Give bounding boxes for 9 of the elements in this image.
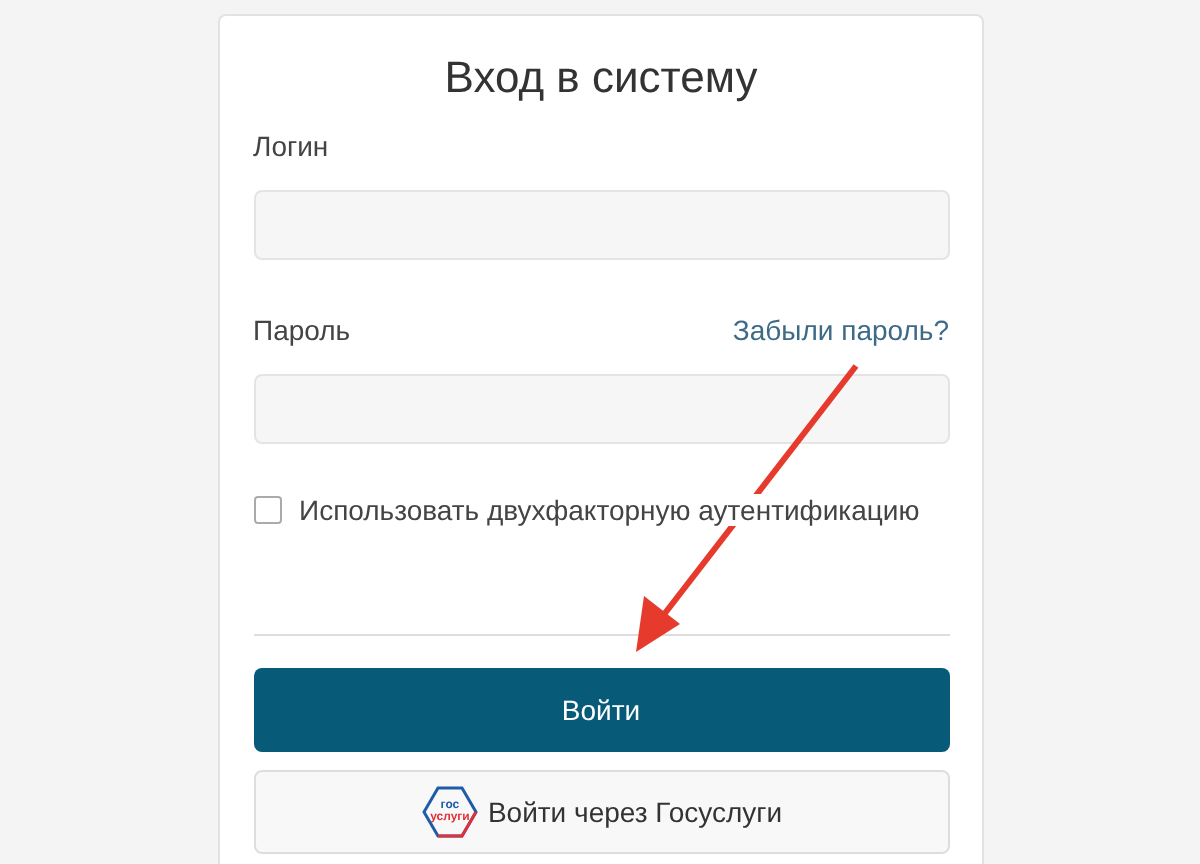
- login-button[interactable]: Войти: [253, 668, 949, 752]
- two-factor-checkbox[interactable]: [253, 496, 281, 524]
- login-title: Вход в систему: [442, 52, 760, 104]
- login-input[interactable]: [253, 190, 949, 260]
- password-input[interactable]: [253, 374, 949, 444]
- forgot-password-link[interactable]: Забыли пароль?: [732, 314, 949, 346]
- two-factor-label: Использовать двухфакторную аутентификацию: [299, 494, 920, 526]
- login-label: Логин: [253, 130, 331, 162]
- password-label: Пароль: [253, 314, 351, 346]
